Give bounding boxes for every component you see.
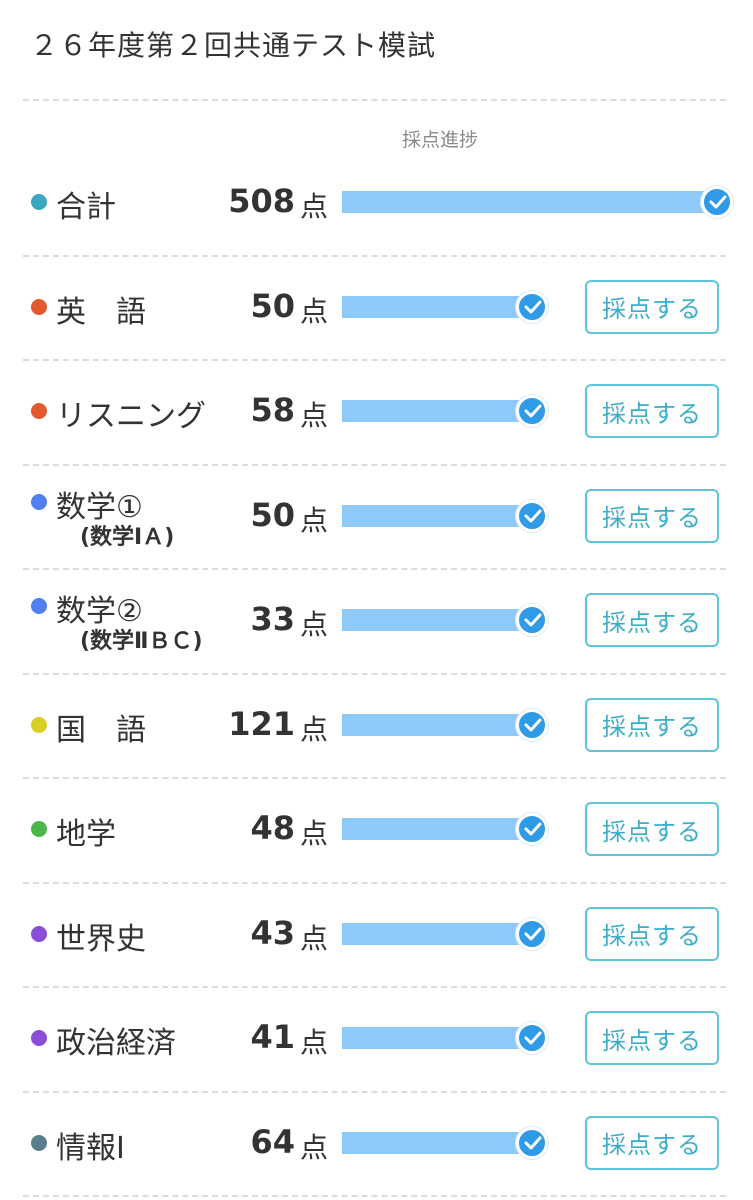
subject-color-dot xyxy=(31,598,47,614)
subject-name: 合計 xyxy=(56,190,116,225)
score-unit: 点 xyxy=(300,712,329,746)
subject-name: 政治経済 xyxy=(56,1026,176,1061)
subject-name: 英 語 xyxy=(56,294,146,330)
subject-color-dot xyxy=(31,1030,47,1046)
subject-row: 国 語 121 点 採点する xyxy=(0,673,753,777)
total-row: 合計 508 点 xyxy=(0,150,753,254)
page-title: ２６年度第２回共通テスト模試 xyxy=(30,29,437,62)
subject-color-dot xyxy=(31,298,47,315)
progress-bar xyxy=(342,504,532,527)
check-icon xyxy=(516,1022,548,1054)
grade-button[interactable]: 採点する xyxy=(585,279,719,334)
subject-name: 国 語 xyxy=(56,712,146,748)
subject-color-dot xyxy=(31,716,47,733)
subject-color-dot xyxy=(31,194,47,210)
grade-button[interactable]: 採点する xyxy=(585,697,719,752)
subject-row: 情報Ⅰ 64 点 採点する xyxy=(0,1091,753,1195)
progress-bar xyxy=(342,400,532,422)
divider xyxy=(23,99,726,101)
score-value: 33 xyxy=(250,600,295,638)
grade-button[interactable]: 採点する xyxy=(585,1011,719,1065)
subject-row: 政治経済 41 点 採点する xyxy=(0,986,753,1090)
progress-bar xyxy=(342,191,717,213)
score-value: 43 xyxy=(250,913,295,952)
progress-bar xyxy=(342,1131,532,1154)
grade-button[interactable]: 採点する xyxy=(585,1115,719,1170)
check-icon xyxy=(516,708,548,741)
score-unit: 点 xyxy=(300,921,329,955)
subject-name: 地学 xyxy=(56,817,116,852)
score-unit: 点 xyxy=(300,817,329,850)
subject-row: 数学① (数学ⅠＡ) 50 点採点する xyxy=(0,464,753,568)
score-unit: 点 xyxy=(300,190,329,223)
score-value: 58 xyxy=(250,391,295,429)
grade-button[interactable]: 採点する xyxy=(585,384,719,438)
score-value: 50 xyxy=(250,495,295,534)
grade-button[interactable]: 採点する xyxy=(585,802,719,856)
subject-name: 世界史 xyxy=(56,921,146,957)
subject-row: リスニング 58 点 採点する xyxy=(0,359,753,463)
check-icon xyxy=(516,813,548,845)
check-icon xyxy=(516,499,548,532)
check-icon xyxy=(516,1126,548,1159)
check-icon xyxy=(516,917,548,950)
subject-row: 数学② (数学ⅡＢＣ) 33 点採点する xyxy=(0,568,753,672)
check-icon xyxy=(516,604,548,636)
score-unit: 点 xyxy=(300,608,329,641)
check-icon xyxy=(516,290,548,323)
score-unit: 点 xyxy=(300,294,329,328)
progress-bar xyxy=(342,295,532,318)
row-divider xyxy=(23,1195,726,1197)
score-value: 41 xyxy=(250,1018,295,1056)
grade-button[interactable]: 採点する xyxy=(585,906,719,961)
progress-bar xyxy=(342,818,532,840)
subject-row: 地学 48 点 採点する xyxy=(0,777,753,881)
progress-bar xyxy=(342,713,532,736)
progress-bar xyxy=(342,1027,532,1049)
subject-name: リスニング xyxy=(56,399,206,434)
subject-name: 情報Ⅰ xyxy=(56,1130,125,1166)
score-value: 121 xyxy=(228,704,295,743)
score-value: 508 xyxy=(228,182,295,220)
score-unit: 点 xyxy=(300,1130,329,1164)
score-unit: 点 xyxy=(300,1026,329,1059)
score-value: 48 xyxy=(250,809,295,847)
progress-column-header: 採点進捗 xyxy=(401,129,478,151)
subject-color-dot xyxy=(31,925,47,942)
subject-row: 英 語 50 点 採点する xyxy=(0,255,753,359)
check-icon xyxy=(516,395,548,427)
score-unit: 点 xyxy=(300,399,329,432)
subject-color-dot xyxy=(31,403,47,419)
subject-row: 世界史 43 点 採点する xyxy=(0,882,753,986)
grade-button[interactable]: 採点する xyxy=(585,593,719,647)
subject-color-dot xyxy=(31,493,47,510)
subject-subname: (数学ⅡＢＣ) xyxy=(80,629,203,654)
score-value: 50 xyxy=(250,286,295,325)
check-icon xyxy=(701,186,733,218)
progress-bar xyxy=(342,922,532,945)
subject-color-dot xyxy=(31,1134,47,1151)
subject-color-dot xyxy=(31,821,47,837)
progress-bar xyxy=(342,609,532,631)
score-unit: 点 xyxy=(300,503,329,537)
subject-subname: (数学ⅠＡ) xyxy=(80,524,175,550)
score-value: 64 xyxy=(250,1122,295,1161)
grade-button[interactable]: 採点する xyxy=(585,488,719,543)
